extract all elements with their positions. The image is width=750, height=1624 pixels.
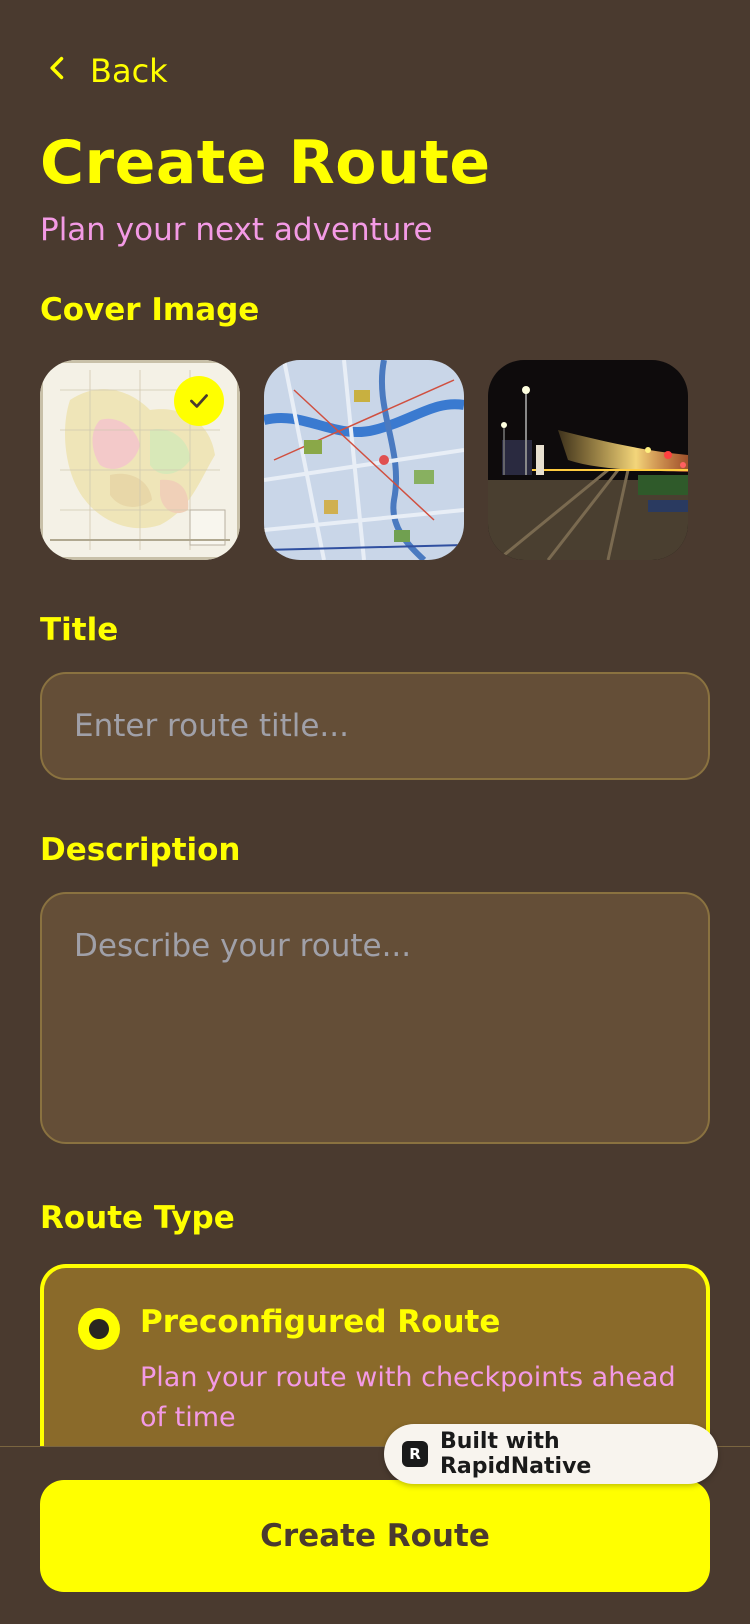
built-with-badge[interactable]: R Built with RapidNative [384, 1424, 718, 1484]
title-field-label: Title [40, 612, 119, 648]
cover-option-city-map[interactable] [264, 360, 464, 560]
create-route-button[interactable]: Create Route [40, 1480, 710, 1592]
description-textarea[interactable]: Describe your route... [40, 892, 710, 1144]
cover-option-night-street[interactable] [488, 360, 688, 560]
route-type-option-title: Preconfigured Route [140, 1304, 501, 1340]
radio-selected-icon [78, 1308, 120, 1350]
night-tram-street-image [488, 360, 688, 560]
city-map-image [264, 360, 464, 560]
cover-option-europe-map[interactable] [40, 360, 240, 560]
back-label: Back [90, 52, 168, 90]
title-placeholder: Enter route title... [74, 708, 349, 744]
create-route-screen: Back Create Route Plan your next adventu… [0, 0, 750, 1624]
title-input[interactable]: Enter route title... [40, 672, 710, 780]
rapidnative-logo-icon: R [402, 1441, 428, 1467]
back-button[interactable]: Back [44, 52, 168, 90]
description-placeholder: Describe your route... [74, 928, 412, 964]
badge-label: Built with RapidNative [439, 1429, 592, 1479]
selected-check-icon [174, 376, 224, 426]
route-type-label: Route Type [40, 1200, 235, 1236]
description-field-label: Description [40, 832, 241, 868]
page-subtitle: Plan your next adventure [40, 212, 433, 248]
page-title: Create Route [40, 128, 491, 198]
cover-image-picker [40, 360, 688, 560]
cover-image-label: Cover Image [40, 292, 260, 328]
chevron-left-icon [44, 52, 72, 90]
